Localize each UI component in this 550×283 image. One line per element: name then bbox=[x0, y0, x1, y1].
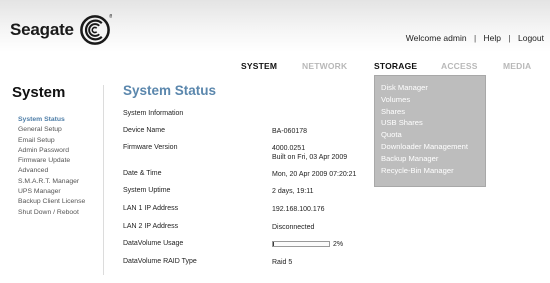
tab-network[interactable]: NETWORK bbox=[302, 61, 347, 71]
usage-percent: 2% bbox=[333, 241, 344, 248]
row-value: 4000.0251 Built on Fri, 03 Apr 2009 bbox=[272, 144, 347, 162]
menu-item-downloader-management[interactable]: Downloader Management bbox=[381, 141, 485, 153]
sidebar-item-ups-manager[interactable]: UPS Manager bbox=[18, 187, 85, 197]
sidebar-divider bbox=[103, 85, 104, 275]
sidebar-item-email-setup[interactable]: Email Setup bbox=[18, 136, 85, 146]
usage-progress-fill bbox=[273, 242, 275, 246]
seagate-logo[interactable]: Seagate ® bbox=[10, 12, 112, 48]
main-nav: SYSTEM NETWORK STORAGE ACCESS MEDIA bbox=[0, 58, 550, 76]
divider: | bbox=[508, 33, 511, 43]
menu-item-shares[interactable]: Shares bbox=[381, 106, 485, 118]
row-label: LAN 2 IP Address bbox=[123, 223, 179, 230]
help-link[interactable]: Help bbox=[484, 33, 501, 43]
divider: | bbox=[473, 33, 477, 43]
menu-item-usb-shares[interactable]: USB Shares bbox=[381, 117, 485, 129]
sidebar-title: System bbox=[12, 84, 66, 101]
menu-item-disk-manager[interactable]: Disk Manager bbox=[381, 82, 485, 94]
row-label: Firmware Version bbox=[123, 144, 178, 151]
sidebar-item-smart-manager[interactable]: S.M.A.R.T. Manager bbox=[18, 177, 85, 187]
row-value: BA-060178 bbox=[272, 128, 308, 135]
seagate-swirl-icon: ® bbox=[79, 13, 112, 45]
row-label: Date & Time bbox=[123, 170, 162, 177]
firmware-version: 4000.0251 bbox=[272, 145, 306, 152]
row-value: 192.168.100.176 bbox=[272, 206, 325, 213]
row-value: Raid 5 bbox=[272, 259, 293, 266]
tab-media[interactable]: MEDIA bbox=[503, 61, 531, 71]
page-title: System Status bbox=[123, 83, 217, 98]
row-label: DataVolume RAID Type bbox=[123, 258, 197, 265]
row-value: 2 days, 19:11 bbox=[272, 188, 314, 195]
menu-item-recycle-bin-manager[interactable]: Recycle-Bin Manager bbox=[381, 165, 485, 177]
menu-item-quota[interactable]: Quota bbox=[381, 129, 485, 141]
sidebar-item-firmware-update[interactable]: Firmware Update bbox=[18, 156, 85, 166]
menu-item-backup-manager[interactable]: Backup Manager bbox=[381, 153, 485, 165]
brand-name: Seagate bbox=[10, 20, 74, 39]
sidebar-item-admin-password[interactable]: Admin Password bbox=[18, 146, 85, 156]
storage-dropdown-menu: Disk Manager Volumes Shares USB Shares Q… bbox=[374, 75, 486, 187]
sidebar-menu: System Status General Setup Email Setup … bbox=[18, 115, 85, 218]
row-label: LAN 1 IP Address bbox=[123, 205, 179, 212]
sidebar-item-shutdown-reboot[interactable]: Shut Down / Reboot bbox=[18, 208, 85, 218]
firmware-build-date: Built on Fri, 03 Apr 2009 bbox=[272, 154, 348, 161]
header-bar: Seagate ® Welcome admin | Help | Logout bbox=[0, 0, 550, 52]
usage-progress-bar bbox=[272, 241, 330, 247]
menu-item-volumes[interactable]: Volumes bbox=[381, 94, 485, 106]
welcome-text: Welcome admin bbox=[405, 33, 467, 43]
row-value: Mon, 20 Apr 2009 07:20:21 bbox=[272, 171, 357, 178]
sidebar-item-advanced[interactable]: Advanced bbox=[18, 166, 85, 176]
tab-system[interactable]: SYSTEM bbox=[241, 61, 277, 71]
row-value: Disconnected bbox=[272, 224, 315, 231]
svg-text:®: ® bbox=[108, 13, 111, 20]
row-label: Device Name bbox=[123, 127, 166, 134]
sidebar-item-general-setup[interactable]: General Setup bbox=[18, 125, 85, 135]
section-label: System Information bbox=[123, 110, 184, 117]
sidebar-item-system-status[interactable]: System Status bbox=[18, 115, 85, 125]
tab-storage[interactable]: STORAGE bbox=[374, 61, 417, 71]
row-label: DataVolume Usage bbox=[123, 240, 184, 247]
user-links: Welcome admin | Help | Logout bbox=[406, 33, 544, 43]
logout-link[interactable]: Logout bbox=[518, 33, 544, 43]
row-label: System Uptime bbox=[123, 187, 171, 194]
sidebar-item-backup-client-license[interactable]: Backup Client License bbox=[18, 197, 85, 207]
tab-access[interactable]: ACCESS bbox=[441, 61, 478, 71]
